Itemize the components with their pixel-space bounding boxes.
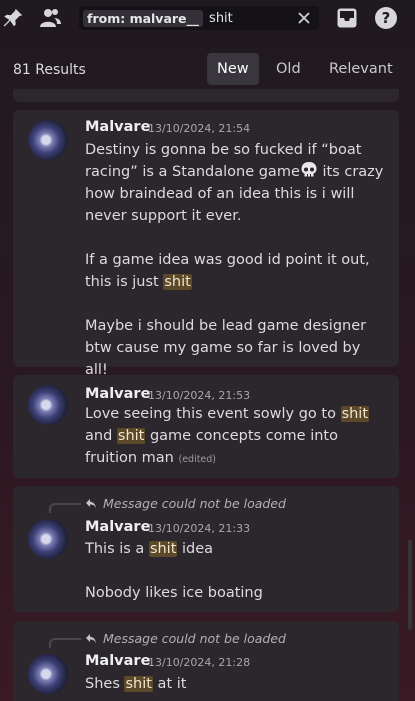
reply-reference[interactable]: Message could not be loaded xyxy=(85,496,286,511)
search-result-card[interactable]: Malvare 13/10/2024, 21:54 Destiny is gon… xyxy=(13,110,399,378)
search-result-card[interactable]: Malvare 13/10/2024, 21:53 Love seeing th… xyxy=(13,375,399,478)
message-timestamp: 13/10/2024, 21:54 xyxy=(148,122,251,135)
message-content: This is a shit idea Nobody likes ice boa… xyxy=(85,538,385,604)
search-result-card[interactable]: Message could not be loaded Malvare 13/1… xyxy=(13,621,399,701)
sort-tab-new[interactable]: New xyxy=(207,53,259,85)
members-icon[interactable] xyxy=(38,6,62,30)
sort-tab-old[interactable]: Old xyxy=(266,53,311,85)
author-name[interactable]: Malvare xyxy=(85,119,150,135)
results-count: 81 Results xyxy=(13,62,86,78)
skull-emoji-icon xyxy=(300,161,318,179)
search-highlight: shit xyxy=(340,406,370,422)
top-toolbar: from: malvare__ shit ? xyxy=(0,0,415,36)
message-text: and xyxy=(85,428,117,444)
message-text: Shes xyxy=(85,676,125,692)
author-name[interactable]: Malvare xyxy=(85,653,150,669)
message-timestamp: 13/10/2024, 21:53 xyxy=(148,389,251,402)
search-filter-pill[interactable]: from: malvare__ xyxy=(83,9,204,27)
search-query: shit xyxy=(209,10,233,26)
message-text: This is a xyxy=(85,541,149,557)
message-content: Shes shit at it xyxy=(85,673,385,695)
search-result-card[interactable]: Message could not be loaded Malvare 13/1… xyxy=(13,486,399,612)
inbox-icon[interactable] xyxy=(335,6,359,30)
author-name[interactable]: Malvare xyxy=(85,386,150,402)
avatar[interactable] xyxy=(28,385,68,425)
sort-tab-relevant[interactable]: Relevant xyxy=(319,53,403,85)
svg-text:?: ? xyxy=(382,9,391,27)
avatar[interactable] xyxy=(28,120,68,160)
avatar[interactable] xyxy=(28,654,68,694)
message-text: idea xyxy=(177,541,214,557)
message-timestamp: 13/10/2024, 21:28 xyxy=(148,656,251,669)
avatar[interactable] xyxy=(28,519,68,559)
close-icon[interactable] xyxy=(295,9,313,27)
message-text: Love seeing this event sowly go to xyxy=(85,406,341,422)
edited-label: (edited) xyxy=(178,454,217,465)
search-highlight: shit xyxy=(124,676,153,692)
author-name[interactable]: Malvare xyxy=(85,519,150,535)
message-timestamp: 13/10/2024, 21:33 xyxy=(148,522,251,535)
message-content: Destiny is gonna be so fucked if “boat r… xyxy=(85,139,385,381)
message-text: Maybe i should be lead game designer btw… xyxy=(85,318,367,378)
reply-arrow-icon xyxy=(86,633,96,643)
search-input[interactable]: from: malvare__ shit xyxy=(79,6,319,30)
message-content: Love seeing this event sowly go to shit … xyxy=(85,403,385,471)
search-highlight: shit xyxy=(148,541,178,557)
message-text: Nobody likes ice boating xyxy=(85,585,263,601)
pin-icon[interactable] xyxy=(1,6,25,30)
message-text: at it xyxy=(152,676,187,692)
previous-result-card xyxy=(13,89,399,102)
results-header: 81 Results New Old Relevant xyxy=(0,50,415,88)
reply-arrow-icon xyxy=(86,498,96,508)
reply-connector xyxy=(49,503,81,513)
reply-text: Message could not be loaded xyxy=(103,631,286,646)
scrollbar[interactable] xyxy=(408,540,412,630)
help-icon[interactable]: ? xyxy=(374,6,398,30)
reply-reference[interactable]: Message could not be loaded xyxy=(85,631,286,646)
message-text: If a game idea was good id point it out,… xyxy=(85,252,370,290)
search-highlight: shit xyxy=(116,428,146,444)
reply-text: Message could not be loaded xyxy=(103,496,286,511)
reply-connector xyxy=(49,638,81,648)
search-highlight: shit xyxy=(163,274,192,290)
